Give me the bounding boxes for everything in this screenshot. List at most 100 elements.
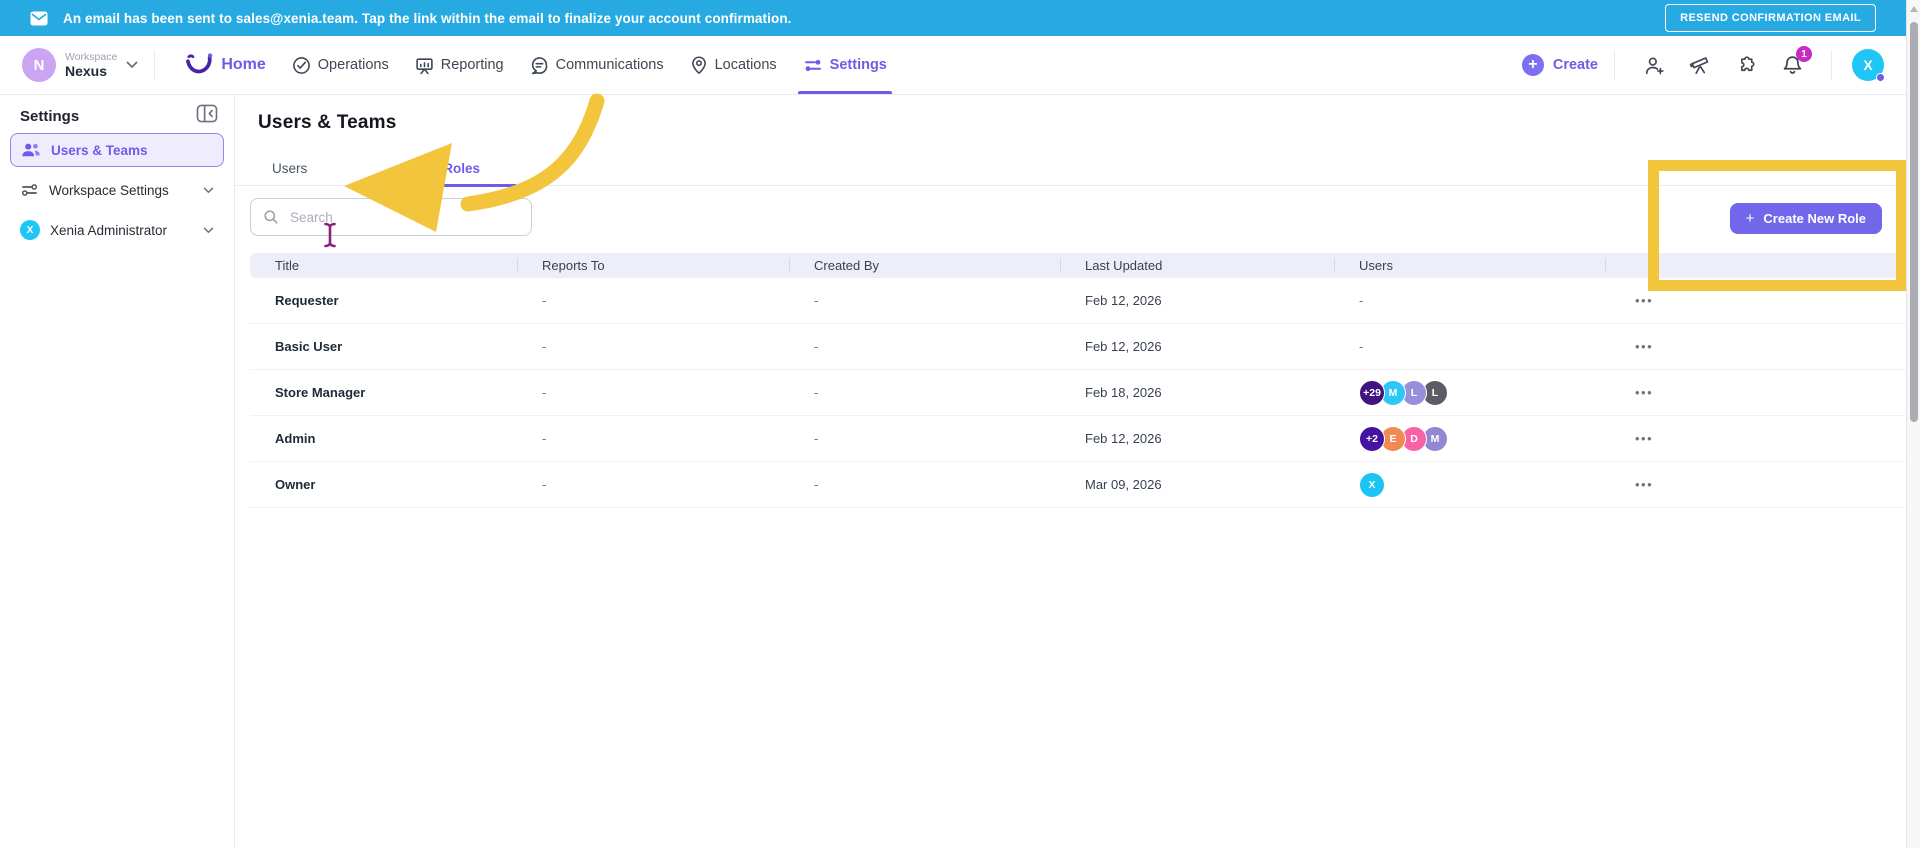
role-actions: ••• <box>1605 431 1905 446</box>
communications-bubble-icon <box>531 56 547 74</box>
role-title: Owner <box>275 477 316 492</box>
create-button[interactable]: + Create <box>1521 54 1598 76</box>
search-box <box>250 198 532 236</box>
role-last-updated: Feb 18, 2026 <box>1085 385 1162 400</box>
user-avatar: +2 <box>1359 425 1385 452</box>
tab-users[interactable]: Users <box>272 152 307 185</box>
app-screen: An email has been sent to sales@xenia.te… <box>0 0 1920 848</box>
invite-user-button[interactable] <box>1642 53 1666 77</box>
nav-item-settings[interactable]: Settings <box>790 36 900 94</box>
row-actions-button[interactable]: ••• <box>1623 431 1653 446</box>
sidebar-item-label: Workspace Settings <box>49 182 169 198</box>
explore-button[interactable] <box>1688 53 1712 77</box>
panel-collapse-icon <box>196 104 218 123</box>
integrations-button[interactable] <box>1734 53 1758 77</box>
notifications-button[interactable]: 1 <box>1780 46 1812 77</box>
role-actions: ••• <box>1605 293 1905 308</box>
sidebar-item-users-teams[interactable]: Users & Teams <box>10 133 224 167</box>
role-last-updated: Mar 09, 2026 <box>1085 477 1162 492</box>
table-row[interactable]: Requester - - Feb 12, 2026 - ••• <box>250 278 1905 324</box>
column-header-users: Users <box>1334 253 1605 278</box>
column-header-reports-to: Reports To <box>517 253 789 278</box>
puzzle-icon <box>1740 56 1755 72</box>
role-users: - <box>1359 339 1364 354</box>
create-new-role-button[interactable]: + Create New Role <box>1729 203 1882 234</box>
table-row[interactable]: Owner - - Mar 09, 2026 X ••• <box>250 462 1905 508</box>
nav-item-operations[interactable]: Operations <box>279 36 402 94</box>
users-teams-icon <box>22 143 40 157</box>
role-created-by: - <box>814 293 819 308</box>
role-title: Store Manager <box>275 385 366 400</box>
tab-roles[interactable]: Roles <box>407 152 517 187</box>
sidebar-item-workspace-settings[interactable]: Workspace Settings <box>10 173 224 207</box>
chevron-down-icon <box>126 61 138 68</box>
sidebar-item-xenia-administrator[interactable]: X Xenia Administrator <box>10 213 224 247</box>
resend-confirmation-email-button[interactable]: RESEND CONFIRMATION EMAIL <box>1665 4 1876 32</box>
table-row[interactable]: Store Manager - - Feb 18, 2026 +29 M L L ••• <box>250 370 1905 416</box>
user-avatar: +29 <box>1359 379 1385 406</box>
collapse-sidebar-button[interactable] <box>196 104 218 123</box>
sidebar-item-label: Users & Teams <box>51 142 148 158</box>
divider <box>1831 50 1832 80</box>
scrollbar-thumb[interactable] <box>1910 22 1918 422</box>
user-avatar[interactable]: X <box>1852 49 1885 82</box>
nav-items: Home Operations Reporting Communications… <box>171 36 900 94</box>
role-users: +29 M L L <box>1334 379 1605 406</box>
locations-pin-icon <box>691 55 706 74</box>
nav-item-communications[interactable]: Communications <box>517 36 677 94</box>
nav-label-reporting: Reporting <box>440 57 504 73</box>
telescope-icon <box>1689 57 1709 75</box>
nav-right-actions: + Create 1 X <box>1521 46 1885 82</box>
workspace-settings-sliders-icon <box>21 184 38 196</box>
column-header-last-updated: Last Updated <box>1060 253 1334 278</box>
workspace-avatar: N <box>22 48 56 82</box>
nav-label-locations: Locations <box>714 57 777 73</box>
row-actions-button[interactable]: ••• <box>1623 385 1653 400</box>
create-button-label: Create <box>1552 57 1598 73</box>
row-actions-button[interactable]: ••• <box>1623 339 1653 354</box>
banner-message: An email has been sent to sales@xenia.te… <box>63 10 792 26</box>
chevron-down-icon <box>203 187 214 193</box>
xenia-logo-icon <box>186 53 213 74</box>
role-created-by: - <box>814 339 819 354</box>
workspace-name: Nexus <box>65 62 108 79</box>
role-created-by: - <box>814 431 819 446</box>
row-actions-button[interactable]: ••• <box>1623 477 1653 492</box>
role-created-by: - <box>814 477 819 492</box>
top-navigation: N Workspace Nexus Home Operations Report… <box>0 36 1906 95</box>
role-last-updated: Feb 12, 2026 <box>1085 339 1162 354</box>
column-header-title: Title <box>275 258 300 273</box>
workspace-selector[interactable]: N Workspace Nexus <box>22 48 138 82</box>
nav-item-locations[interactable]: Locations <box>677 36 790 94</box>
plus-icon: + <box>1745 210 1755 227</box>
sidebar-item-label: Xenia Administrator <box>50 222 168 238</box>
role-users: X <box>1334 471 1605 498</box>
tabs: Users Roles <box>235 152 1906 187</box>
role-actions: ••• <box>1605 385 1905 400</box>
search-input[interactable] <box>290 209 519 225</box>
page-scrollbar[interactable] <box>1906 0 1920 848</box>
settings-sidebar: Settings Users & Teams Workspace Setting… <box>0 95 235 848</box>
sidebar-title: Settings <box>20 108 80 125</box>
role-title: Requester <box>275 293 339 308</box>
workspace-label: Workspace <box>65 50 118 63</box>
plus-icon: + <box>1521 54 1544 76</box>
nav-label-settings: Settings <box>829 57 887 73</box>
role-users: - <box>1359 293 1364 308</box>
search-icon <box>264 210 278 224</box>
role-title: Basic User <box>275 339 343 354</box>
role-reports-to: - <box>542 385 547 400</box>
row-actions-button[interactable]: ••• <box>1623 293 1653 308</box>
column-header-created-by: Created By <box>789 253 1060 278</box>
notification-badge: 1 <box>1796 46 1812 62</box>
nav-label-communications: Communications <box>555 57 664 73</box>
person-add-icon <box>1645 56 1664 74</box>
table-row[interactable]: Basic User - - Feb 12, 2026 - ••• <box>250 324 1905 370</box>
nav-item-reporting[interactable]: Reporting <box>402 36 517 94</box>
divider <box>1614 50 1615 80</box>
column-header-actions <box>1605 253 1905 278</box>
table-row[interactable]: Admin - - Feb 12, 2026 +2 E D M ••• <box>250 416 1905 462</box>
xenia-administrator-avatar: X <box>20 220 40 240</box>
scrollbar-up-arrow-icon[interactable] <box>1910 6 1918 12</box>
nav-item-home[interactable]: Home <box>171 36 278 94</box>
